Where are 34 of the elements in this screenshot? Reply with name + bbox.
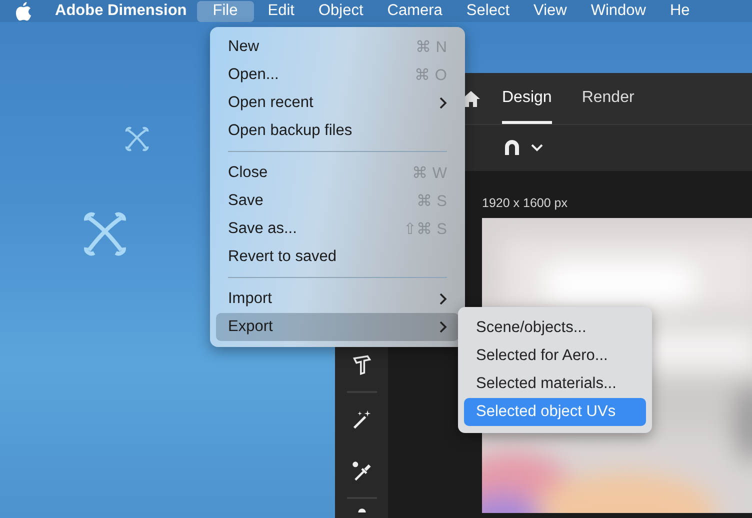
menu-item[interactable]: Revert to saved [216, 243, 459, 271]
menu-bar-item[interactable]: Window [580, 0, 656, 22]
menu-item[interactable]: Import [216, 285, 459, 313]
menu-item-label: Import [228, 290, 273, 308]
magic-wand-icon[interactable] [350, 408, 372, 430]
menu-bar-item[interactable]: Camera [377, 0, 452, 22]
menu-item-label: Save as... [228, 220, 298, 238]
canvas-size-label: 1920 x 1600 px [482, 196, 568, 210]
menu-item-label: New [228, 38, 260, 56]
eyedropper-icon[interactable] [350, 460, 372, 482]
menu-item-label: Export [228, 318, 274, 336]
menu-item-label: Open... [228, 66, 280, 84]
menu-item-label: Open backup files [228, 122, 354, 140]
menu-bar-item[interactable]: Edit [258, 0, 304, 22]
chevron-down-icon[interactable] [531, 144, 543, 152]
submenu-item[interactable]: Selected materials... [464, 370, 646, 398]
apple-logo-icon[interactable] [15, 2, 32, 20]
menu-bar-item[interactable]: View [524, 0, 577, 22]
text-tool-icon[interactable] [350, 354, 372, 376]
submenu-item[interactable]: Scene/objects... [464, 314, 646, 342]
app-name-menu[interactable]: Adobe Dimension [55, 2, 187, 20]
menu-item[interactable]: Open recent [216, 89, 459, 117]
menu-item-label: Open recent [228, 94, 314, 112]
menu-bar-item[interactable]: Select [456, 0, 520, 22]
tab[interactable]: Render [582, 73, 634, 124]
menu-item-label: Revert to saved [228, 248, 338, 266]
menu-bar-item[interactable]: He [660, 0, 700, 22]
menu-item-label: Save [228, 192, 264, 210]
menu-item[interactable]: Open backup files [216, 117, 459, 145]
menu-item-label: Close [228, 164, 269, 182]
menu-item[interactable]: Export [216, 313, 459, 341]
menu-bar-item[interactable]: Object [308, 0, 374, 22]
magnet-icon[interactable] [502, 138, 522, 158]
submenu-item[interactable]: Selected for Aero... [464, 342, 646, 370]
